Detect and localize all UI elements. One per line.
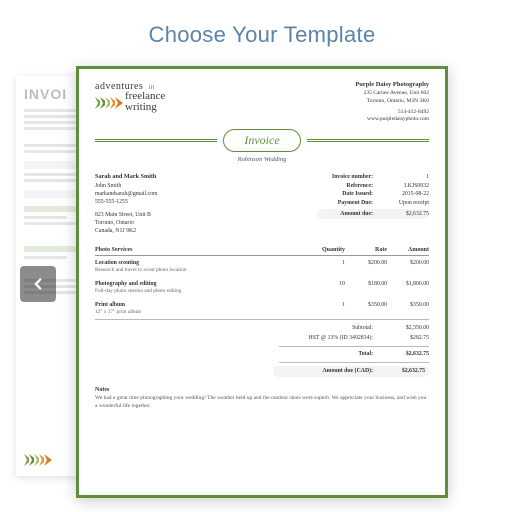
logo-chevrons xyxy=(95,97,120,109)
line-item: Print album12" x 17" print album1$350.00… xyxy=(95,298,429,319)
company-info: Purple Daisy Photography 235 Carlaw Aven… xyxy=(355,81,429,123)
logo: adventures in freelance writing xyxy=(95,81,165,123)
line-item: Photography and editingFull-day photo se… xyxy=(95,277,429,298)
template-carousel: INVOI adventures in xyxy=(0,66,524,506)
notes-section: Notes We had a great time photographing … xyxy=(95,387,429,410)
chevron-left-icon xyxy=(29,275,47,293)
invoice-subtitle: Robinson Wedding xyxy=(95,156,429,163)
carousel-prev-button[interactable] xyxy=(20,266,56,302)
line-item: Location scoutingResearch and travel to … xyxy=(95,256,429,277)
page-title: Choose Your Template xyxy=(0,0,524,66)
line-items-table: Photo Services Quantity Rate Amount Loca… xyxy=(95,247,429,377)
logo-chevrons xyxy=(24,452,51,466)
invoice-meta: Invoice number:1 Reference:LKJS0932 Date… xyxy=(317,173,429,235)
prev-invoice-label: INVOI xyxy=(24,86,67,102)
invoice-title-badge: Invoice xyxy=(223,129,300,152)
bill-to: Sarah and Mark Smith John Smith markands… xyxy=(95,173,157,235)
template-card-selected[interactable]: adventures in freelance writing Purple D… xyxy=(76,66,448,498)
